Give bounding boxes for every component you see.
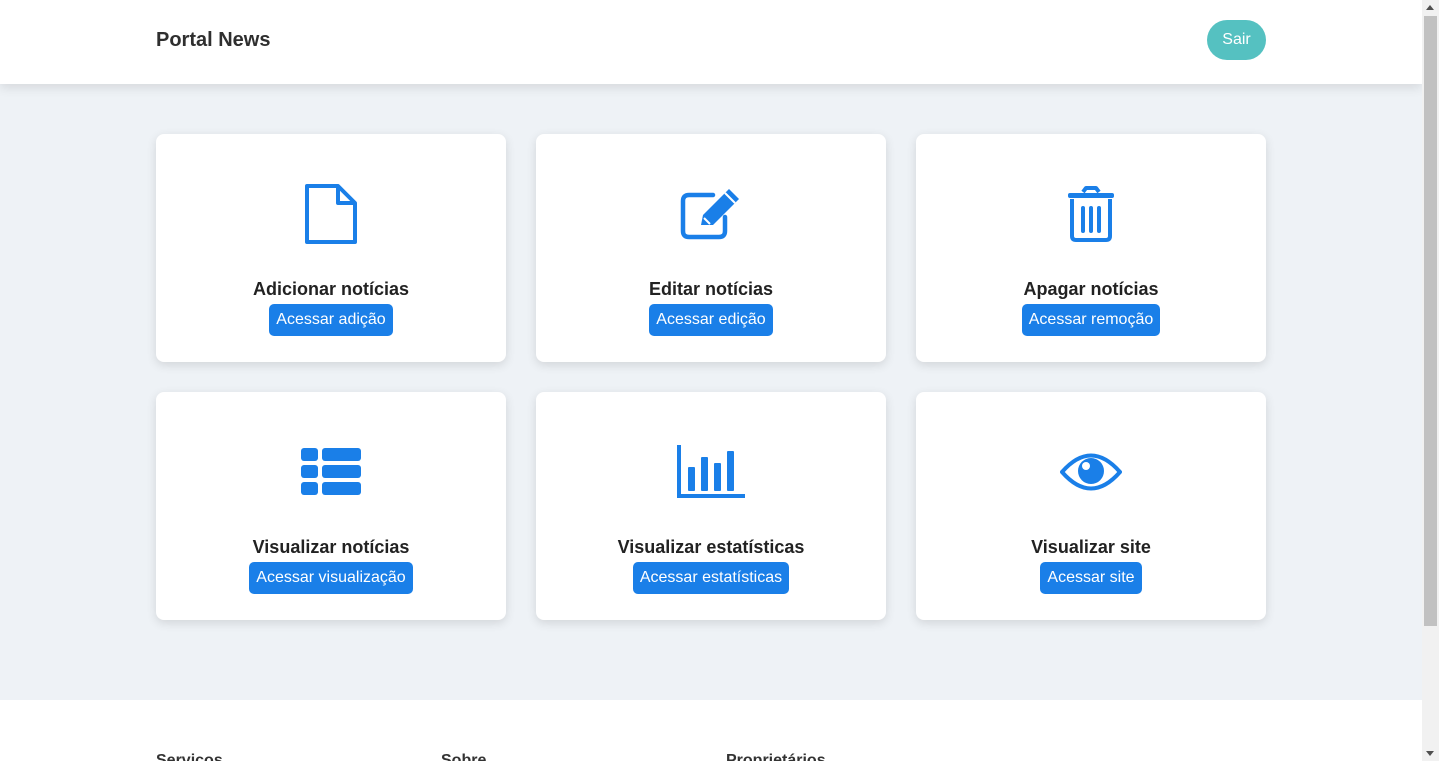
page: Portal News Sair Adicionar notícias Aces… bbox=[0, 0, 1422, 761]
card-delete-news: Apagar notícias Acessar remoção bbox=[916, 134, 1266, 362]
card-edit-news: Editar notícias Acessar edição bbox=[536, 134, 886, 362]
footer-heading-about: Sobre bbox=[441, 752, 487, 761]
access-edit-button[interactable]: Acessar edição bbox=[649, 304, 773, 336]
access-delete-button[interactable]: Acessar remoção bbox=[1021, 304, 1161, 336]
card-title: Apagar notícias bbox=[1023, 279, 1159, 299]
eye-icon bbox=[916, 437, 1266, 507]
navbar: Portal News Sair bbox=[0, 0, 1422, 84]
card-title: Adicionar notícias bbox=[252, 279, 410, 299]
bar-chart-icon bbox=[536, 437, 886, 507]
footer-heading-services: Serviços bbox=[156, 752, 223, 761]
card-add-news: Adicionar notícias Acessar adição bbox=[156, 134, 506, 362]
card-title: Visualizar estatísticas bbox=[617, 537, 805, 557]
scrollbar-thumb[interactable] bbox=[1424, 16, 1437, 626]
card-view-site: Visualizar site Acessar site bbox=[916, 392, 1266, 620]
card-title: Visualizar notícias bbox=[252, 537, 410, 557]
footer-heading-owners: Proprietários bbox=[726, 752, 826, 761]
access-stats-button[interactable]: Acessar estatísticas bbox=[632, 562, 790, 594]
card-title: Editar notícias bbox=[648, 279, 774, 299]
file-icon bbox=[156, 179, 506, 249]
edit-icon bbox=[536, 179, 886, 249]
list-icon bbox=[156, 437, 506, 507]
footer: Serviços Sobre Proprietários bbox=[0, 700, 1422, 761]
access-view-button[interactable]: Acessar visualização bbox=[249, 562, 413, 594]
trash-icon bbox=[916, 179, 1266, 249]
card-title: Visualizar site bbox=[1031, 537, 1151, 557]
vertical-scrollbar[interactable] bbox=[1422, 0, 1439, 761]
card-view-stats: Visualizar estatísticas Acessar estatíst… bbox=[536, 392, 886, 620]
brand-title[interactable]: Portal News bbox=[156, 29, 270, 52]
scroll-up-arrow-icon[interactable] bbox=[1426, 5, 1434, 10]
scroll-down-arrow-icon[interactable] bbox=[1426, 751, 1434, 756]
card-view-news: Visualizar notícias Acessar visualização bbox=[156, 392, 506, 620]
access-site-button[interactable]: Acessar site bbox=[1040, 562, 1142, 594]
access-add-button[interactable]: Acessar adição bbox=[269, 304, 393, 336]
logout-button[interactable]: Sair bbox=[1207, 20, 1266, 60]
